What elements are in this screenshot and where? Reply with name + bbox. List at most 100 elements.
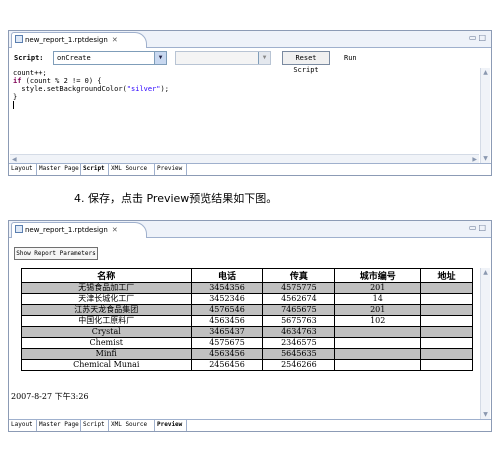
- script-code-area[interactable]: count++; if (count % 2 != 0) { style.setB…: [10, 69, 479, 155]
- run-label[interactable]: Run: [344, 54, 357, 62]
- table-cell: Minfi: [21, 348, 192, 360]
- table-cell: 14: [334, 293, 422, 305]
- editor-tab-script[interactable]: Script: [81, 164, 109, 175]
- table-cell: 201: [334, 282, 422, 294]
- table-cell: [420, 326, 473, 338]
- column-header: 城市编号: [334, 268, 422, 283]
- table-cell: 2346575: [262, 337, 336, 349]
- table-cell: [420, 348, 473, 360]
- column-header: 地址: [420, 268, 473, 283]
- code-line: style.setBackgroundColor("silver");: [13, 85, 169, 93]
- editor-tab-master-page[interactable]: Master Page: [37, 420, 81, 431]
- window-controls[interactable]: ▭□: [469, 33, 488, 42]
- table-cell: 2456456: [190, 359, 264, 371]
- editor-tab-preview[interactable]: Preview: [155, 164, 187, 175]
- editor-tab-layout[interactable]: Layout: [9, 420, 37, 431]
- table-cell: 江苏天龙食品集团: [21, 304, 192, 316]
- editor-tab-report[interactable]: new_report_1.rptdesign ✕: [11, 32, 147, 48]
- table-cell: 4563456: [190, 315, 264, 327]
- table-cell: 4563456: [190, 348, 264, 360]
- table-row: Chemist 4575675 2346575: [21, 337, 473, 349]
- table-cell: [334, 326, 422, 338]
- scroll-up-icon[interactable]: ▲: [481, 268, 490, 278]
- vertical-scrollbar[interactable]: ▲ ▼: [480, 68, 490, 164]
- close-icon[interactable]: ✕: [112, 33, 118, 47]
- text-caret: [13, 101, 14, 109]
- table-cell: 4575775: [262, 282, 336, 294]
- chevron-down-icon[interactable]: ▼: [154, 52, 166, 64]
- table-cell: [420, 282, 473, 294]
- table-cell: Chemist: [21, 337, 192, 349]
- table-row: Minfi 4563456 5645635: [21, 348, 473, 360]
- event-select[interactable]: onCreate ▼: [53, 51, 167, 65]
- chevron-down-icon[interactable]: ▼: [258, 52, 270, 64]
- code-line: count++;: [13, 69, 47, 77]
- preview-editor-panel: new_report_1.rptdesign ✕ ▭□ Show Report P…: [8, 220, 492, 432]
- vertical-scrollbar[interactable]: ▲ ▼: [480, 268, 490, 420]
- table-cell: 5645635: [262, 348, 336, 360]
- table-cell: 天津长城化工厂: [21, 293, 192, 305]
- table-cell: 5675763: [262, 315, 336, 327]
- maximize-icon[interactable]: □: [478, 33, 488, 42]
- scroll-up-icon[interactable]: ▲: [481, 68, 490, 78]
- table-cell: 3465437: [190, 326, 264, 338]
- table-cell: 无锡食品加工厂: [21, 282, 192, 294]
- code-line: }: [13, 93, 18, 101]
- table-cell: 4634763: [262, 326, 336, 338]
- script-editor-panel: new_report_1.rptdesign ✕ ▭□ Script: onCre…: [8, 30, 492, 176]
- table-cell: 2546266: [262, 359, 336, 371]
- reset-script-button[interactable]: Reset Script: [282, 51, 330, 74]
- table-row: 天津长城化工厂 3452346 4562674 14: [21, 293, 473, 305]
- table-row: 无锡食品加工厂 3454356 4575775 201: [21, 282, 473, 294]
- report-file-icon: [15, 225, 23, 233]
- script-toolbar: Script: onCreate ▼ ▼ Reset Script Run: [9, 48, 491, 74]
- editor-tab-master-page[interactable]: Master Page: [37, 164, 81, 175]
- editor-tab-preview[interactable]: Preview: [155, 420, 187, 431]
- table-row: 中国化工原料厂 4563456 5675763 102: [21, 315, 473, 327]
- table-cell: 4562674: [262, 293, 336, 305]
- minimize-icon[interactable]: ▭: [469, 223, 479, 232]
- table-cell: 4576546: [190, 304, 264, 316]
- editor-tab-script[interactable]: Script: [81, 420, 109, 431]
- code-line: [13, 101, 479, 110]
- table-cell: 201: [334, 304, 422, 316]
- report-file-icon: [15, 35, 23, 43]
- table-cell: [420, 359, 473, 371]
- script-label: Script:: [14, 54, 44, 62]
- table-cell: 7465675: [262, 304, 336, 316]
- editor-tab-xml-source[interactable]: XML Source: [109, 164, 155, 175]
- window-controls[interactable]: ▭□: [469, 223, 488, 232]
- table-cell: [334, 348, 422, 360]
- table-cell: 3452346: [190, 293, 264, 305]
- table-cell: 3454356: [190, 282, 264, 294]
- report-table: 名称 电话 传真 城市编号 地址 无锡食品加工厂 3454356 4575775 20…: [21, 268, 473, 371]
- code-line: if (count % 2 != 0) {: [13, 77, 102, 85]
- table-cell: [334, 359, 422, 371]
- editor-bottom-tabs: Layout Master Page Script XML Source Preview: [9, 163, 491, 175]
- editor-tab-report[interactable]: new_report_1.rptdesign ✕: [11, 222, 147, 238]
- close-icon[interactable]: ✕: [112, 223, 118, 237]
- table-row: Crystal 3465437 4634763: [21, 326, 473, 338]
- editor-bottom-tabs: Layout Master Page Script XML Source Preview: [9, 419, 491, 431]
- table-header-row: 名称 电话 传真 城市编号 地址: [21, 268, 473, 283]
- event-select-value: onCreate: [57, 54, 91, 62]
- table-cell: [420, 304, 473, 316]
- report-timestamp: 2007-8-27 下午3:26: [11, 392, 89, 401]
- column-header: 电话: [190, 268, 264, 283]
- method-select[interactable]: ▼: [175, 51, 271, 65]
- table-cell: 4575675: [190, 337, 264, 349]
- table-cell: Chemical Munai: [21, 359, 192, 371]
- table-row: Chemical Munai 2456456 2546266: [21, 359, 473, 371]
- table-cell: 102: [334, 315, 422, 327]
- table-cell: [420, 315, 473, 327]
- show-report-parameters-button[interactable]: Show Report Parameters: [14, 247, 98, 260]
- editor-tab-layout[interactable]: Layout: [9, 164, 37, 175]
- maximize-icon[interactable]: □: [478, 223, 488, 232]
- editor-tab-title: new_report_1.rptdesign: [25, 226, 108, 234]
- table-cell: [334, 337, 422, 349]
- instruction-caption: 4. 保存，点击 Preview预览结果如下图。: [74, 192, 278, 205]
- table-cell: [420, 337, 473, 349]
- editor-tab-xml-source[interactable]: XML Source: [109, 420, 155, 431]
- minimize-icon[interactable]: ▭: [469, 33, 479, 42]
- table-cell: Crystal: [21, 326, 192, 338]
